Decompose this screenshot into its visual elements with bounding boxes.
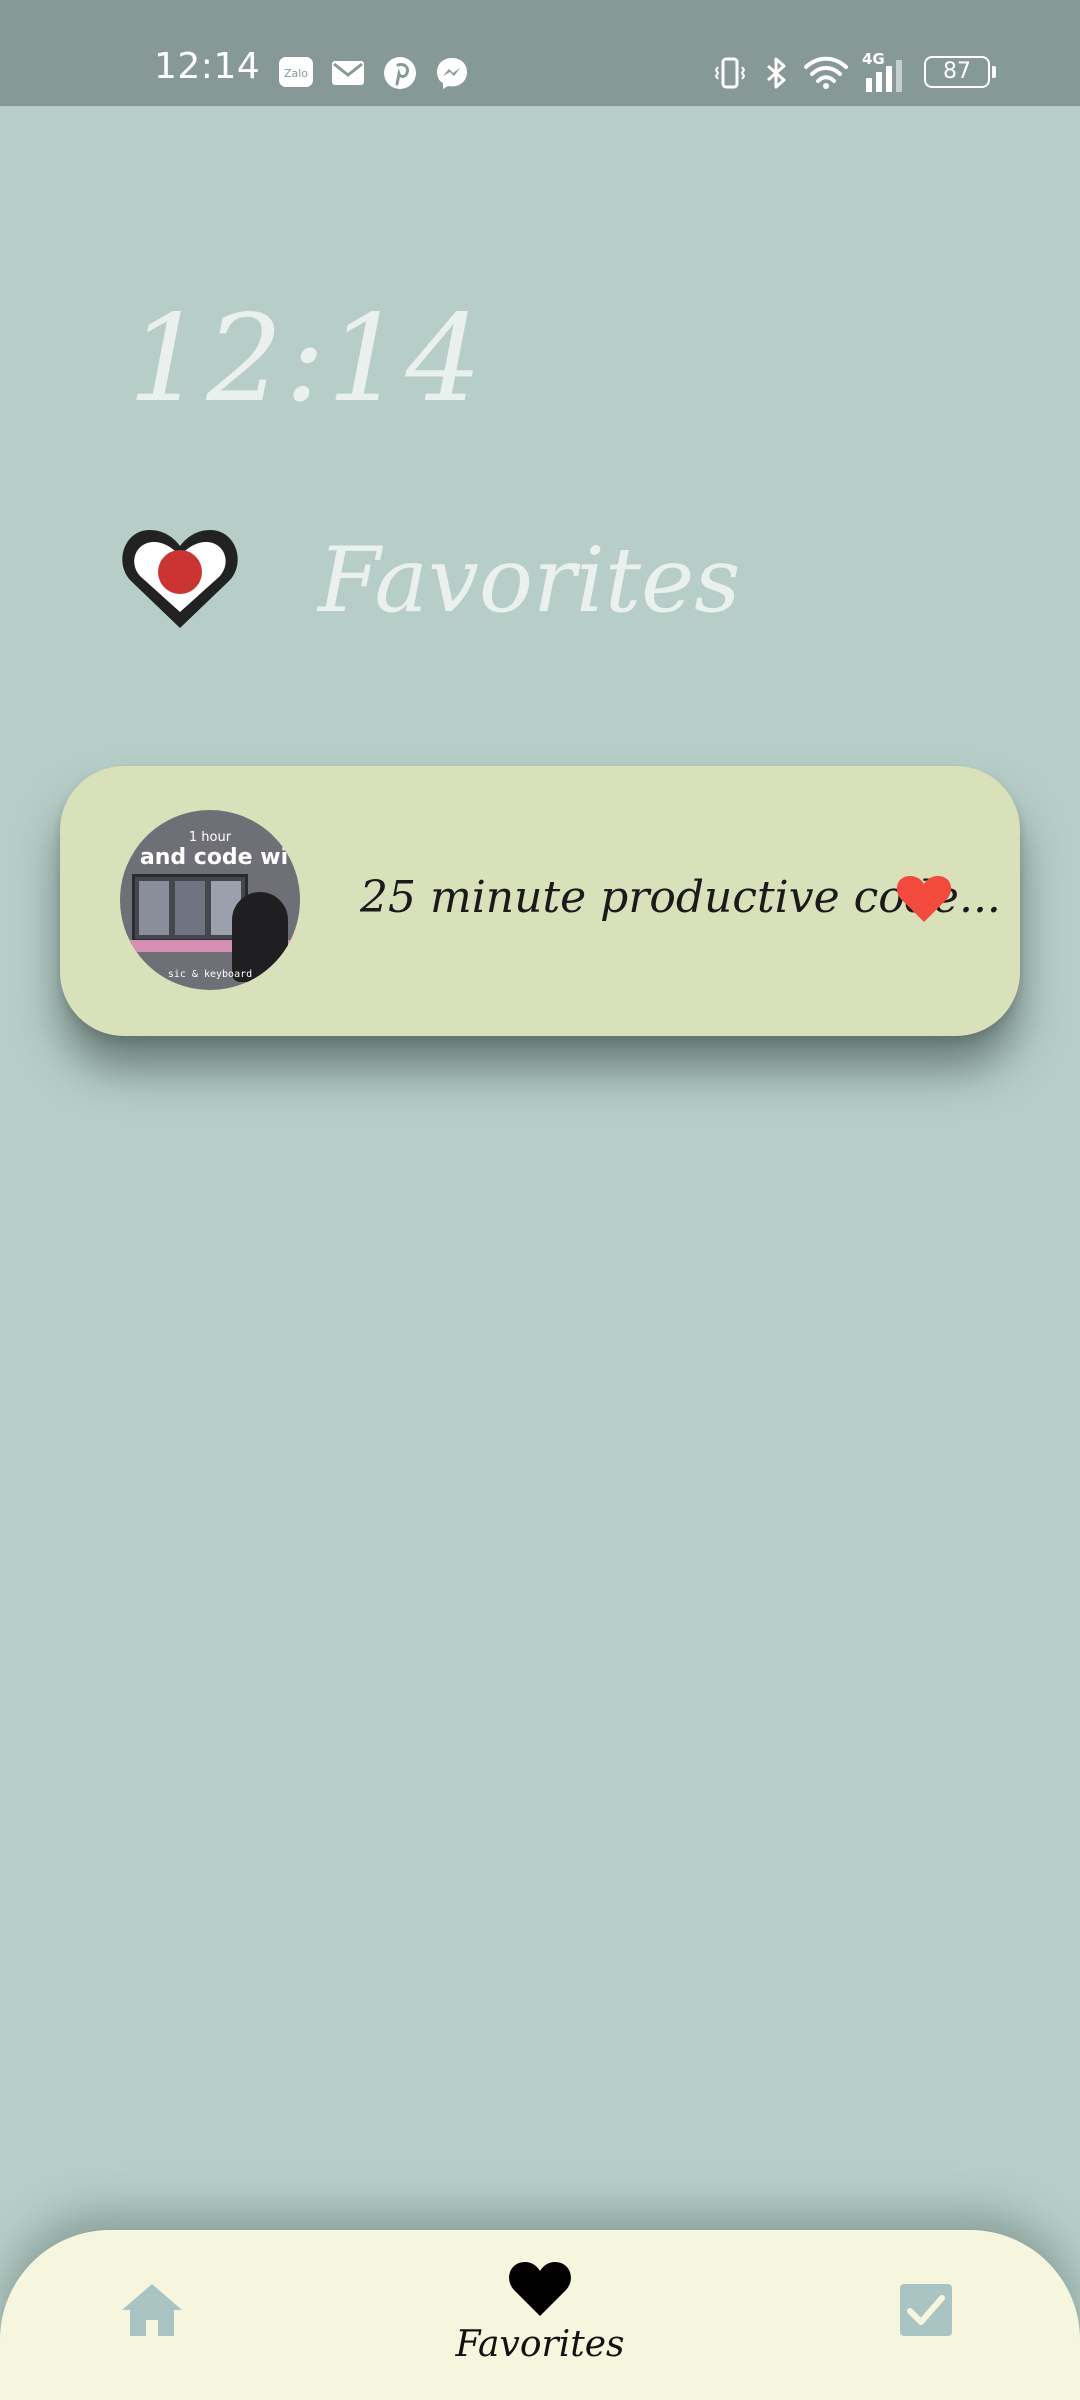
clock-display: 12:14 (128, 290, 484, 429)
home-icon (122, 2284, 182, 2336)
bottom-navigation: Favorites (0, 2230, 1080, 2400)
vibrate-icon (712, 55, 748, 91)
network-label: 4G (862, 50, 885, 68)
status-time: 12:14 (154, 46, 261, 87)
thumbnail-text-top: 1 hour (188, 830, 232, 845)
video-thumbnail: 1 hour y and code wi sic & keyboard (120, 810, 300, 990)
zalo-icon: Zalo (278, 55, 314, 91)
nav-favorites-label: Favorites (455, 2324, 625, 2365)
thumbnail-banner: 1 hour y and code wi (120, 830, 300, 870)
zalo-label: Zalo (284, 67, 308, 80)
signal-4g-icon: 4G (860, 50, 908, 94)
bluetooth-icon (758, 55, 794, 91)
nav-home-button[interactable] (120, 2280, 184, 2340)
heart-icon (509, 2262, 571, 2316)
nav-tasks-button[interactable] (898, 2282, 954, 2338)
messenger-icon (434, 55, 470, 91)
thumbnail-text-main: y and code wi (120, 845, 289, 870)
page-title: Favorites (318, 528, 741, 633)
heart-icon[interactable] (896, 874, 952, 924)
nav-favorites-button[interactable]: Favorites (440, 2260, 640, 2390)
checkbox-icon (900, 2284, 952, 2336)
pinterest-icon (382, 55, 418, 91)
thumbnail-caption: sic & keyboard (167, 969, 253, 980)
thumbnail-monitor (132, 874, 248, 942)
status-bar: 12:14 Zalo 4G 87 (0, 0, 1080, 106)
heart-record-icon (120, 524, 240, 634)
wifi-icon (804, 55, 848, 91)
battery-indicator: 87 (924, 56, 996, 88)
favorite-card[interactable]: 1 hour y and code wi sic & keyboard 25 m… (60, 766, 1020, 1036)
mail-icon (330, 55, 366, 91)
